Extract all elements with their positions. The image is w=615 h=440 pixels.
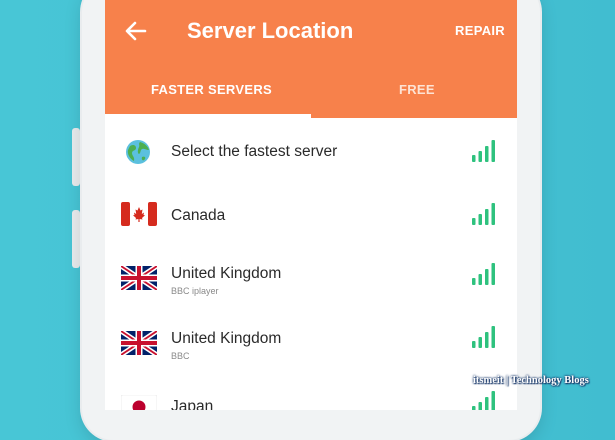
page-title: Server Location xyxy=(187,18,354,43)
server-name: United Kingdom xyxy=(171,265,282,282)
uk-flag-icon xyxy=(121,331,157,355)
tab-faster-servers[interactable]: FASTER SERVERS xyxy=(151,82,272,97)
watermark: itsmeit | Technology Blogs xyxy=(473,375,589,386)
tab-free[interactable]: FREE xyxy=(399,82,435,97)
phone-side-button xyxy=(72,210,80,268)
server-name: Select the fastest server xyxy=(171,143,338,160)
server-item-canada[interactable]: Canada xyxy=(105,184,517,248)
back-arrow-icon[interactable] xyxy=(123,18,149,44)
repair-button[interactable]: REPAIR xyxy=(455,23,505,38)
app-bar: Server Location REPAIR FASTER SERVERS FR… xyxy=(105,0,517,118)
uk-flag-icon xyxy=(121,266,157,290)
server-item-uk-iplayer[interactable]: United Kingdom BBC iplayer xyxy=(105,248,517,312)
globe-icon xyxy=(126,140,150,164)
server-item-uk-bbc[interactable]: United Kingdom BBC xyxy=(105,312,517,376)
japan-flag-icon xyxy=(121,395,157,410)
server-subtitle: BBC xyxy=(171,351,190,361)
signal-strength-icon xyxy=(472,326,495,348)
signal-strength-icon xyxy=(472,391,495,410)
server-item-fastest[interactable]: Select the fastest server xyxy=(105,120,517,184)
server-subtitle: BBC iplayer xyxy=(171,286,219,296)
server-name: Japan xyxy=(171,398,214,410)
signal-strength-icon xyxy=(472,263,495,285)
app-screen: Server Location REPAIR FASTER SERVERS FR… xyxy=(105,0,517,410)
server-name: Canada xyxy=(171,207,226,224)
server-name: United Kingdom xyxy=(171,330,282,347)
phone-side-button xyxy=(72,128,80,186)
signal-strength-icon xyxy=(472,203,495,225)
active-tab-indicator xyxy=(105,114,311,118)
canada-flag-icon xyxy=(121,202,157,226)
signal-strength-icon xyxy=(472,140,495,162)
server-item-japan[interactable]: Japan xyxy=(105,376,517,410)
